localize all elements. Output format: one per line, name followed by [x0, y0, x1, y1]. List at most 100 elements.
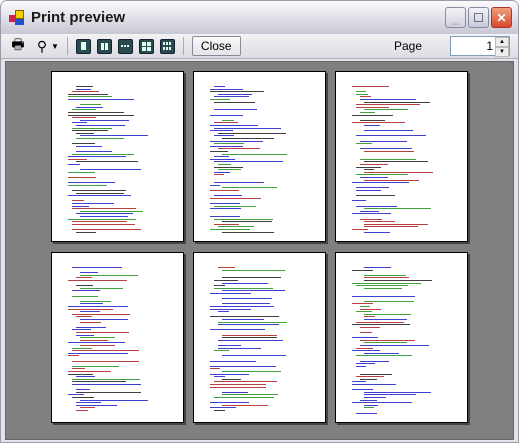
code-line	[364, 391, 432, 393]
app-icon	[9, 9, 25, 26]
magnifier-icon[interactable]: ⚲	[33, 37, 51, 55]
code-line	[80, 135, 149, 137]
code-line	[360, 177, 388, 178]
code-line	[364, 352, 400, 354]
code-line	[222, 319, 265, 320]
code-line	[72, 122, 88, 124]
one-page-layout-button[interactable]	[75, 38, 91, 54]
code-line	[360, 378, 377, 380]
code-line	[360, 360, 390, 362]
page-up-button[interactable]: ▲	[495, 37, 509, 47]
code-line	[360, 112, 376, 113]
code-line	[222, 394, 278, 396]
code-line	[214, 205, 256, 207]
code-line	[360, 345, 429, 346]
code-line	[214, 285, 226, 287]
code-line	[72, 347, 93, 349]
code-line	[68, 394, 85, 396]
code-line	[222, 282, 269, 284]
code-line	[80, 311, 101, 313]
preview-area[interactable]	[5, 61, 514, 440]
code-line	[218, 324, 279, 326]
code-line	[76, 404, 118, 406]
code-line	[364, 277, 410, 279]
code-line	[356, 187, 389, 189]
code-line	[352, 303, 373, 305]
code-line	[214, 381, 277, 383]
page-thumbnail[interactable]	[51, 252, 184, 423]
code-line	[80, 216, 129, 217]
code-line	[72, 365, 120, 367]
code-line	[76, 138, 125, 139]
code-line	[352, 114, 394, 116]
code-line	[214, 350, 230, 352]
code-line	[76, 326, 107, 328]
code-line	[68, 156, 126, 158]
code-line	[364, 125, 380, 126]
code-line	[80, 104, 102, 106]
code-line	[222, 269, 285, 271]
page-down-button[interactable]: ▼	[495, 47, 509, 57]
code-line	[76, 285, 94, 287]
minimize-button[interactable]: _	[445, 7, 466, 28]
code-line	[214, 287, 274, 289]
code-line	[80, 407, 96, 409]
page-thumbnail[interactable]	[51, 71, 184, 242]
code-line	[364, 226, 418, 228]
code-line	[222, 138, 275, 139]
code-line	[210, 407, 237, 409]
zoom-dropdown-arrow-icon[interactable]: ▼	[51, 42, 59, 51]
page-input[interactable]	[451, 37, 495, 55]
close-window-button[interactable]: ✕	[491, 7, 512, 28]
three-pages-layout-button[interactable]	[117, 38, 133, 54]
code-line	[214, 182, 265, 184]
code-line	[364, 109, 409, 111]
code-line	[210, 373, 250, 375]
code-line	[72, 360, 139, 362]
code-line	[68, 158, 88, 160]
code-line	[76, 389, 90, 391]
six-pages-layout-button[interactable]	[159, 38, 175, 54]
page-thumbnail[interactable]	[193, 71, 326, 242]
code-line	[76, 316, 92, 318]
code-line	[356, 355, 413, 357]
code-line	[356, 91, 366, 93]
code-line	[68, 308, 113, 310]
code-line	[210, 360, 256, 362]
code-line	[214, 135, 234, 137]
code-line	[210, 197, 261, 199]
close-button[interactable]: Close	[191, 36, 241, 56]
code-line	[352, 269, 374, 271]
printer-icon[interactable]: 🖶	[9, 36, 27, 55]
code-line	[76, 151, 113, 152]
code-line	[356, 135, 426, 137]
code-line	[222, 153, 288, 155]
code-line	[214, 156, 230, 158]
code-line	[76, 132, 94, 134]
code-line	[360, 158, 416, 160]
code-line	[352, 384, 397, 385]
code-line	[352, 182, 410, 184]
maximize-button[interactable]: ☐	[468, 7, 489, 28]
code-line	[76, 332, 129, 333]
code-line	[72, 378, 140, 380]
four-pages-layout-button[interactable]	[138, 38, 154, 54]
page-thumbnail[interactable]	[335, 71, 468, 242]
two-pages-layout-button[interactable]	[96, 38, 112, 54]
code-line	[68, 112, 125, 113]
code-line	[210, 316, 279, 318]
code-line	[76, 402, 101, 404]
code-line	[72, 397, 94, 398]
page-thumbnail[interactable]	[193, 252, 326, 423]
code-line	[72, 153, 135, 155]
code-line	[364, 161, 428, 163]
code-line	[210, 151, 229, 152]
page-stepper[interactable]: ▲▼	[450, 36, 510, 57]
code-line	[214, 86, 226, 87]
code-line	[68, 164, 81, 165]
code-line	[210, 91, 265, 93]
code-line	[356, 190, 381, 191]
code-line	[360, 339, 415, 341]
code-line	[68, 93, 108, 95]
page-thumbnail[interactable]	[335, 252, 468, 423]
